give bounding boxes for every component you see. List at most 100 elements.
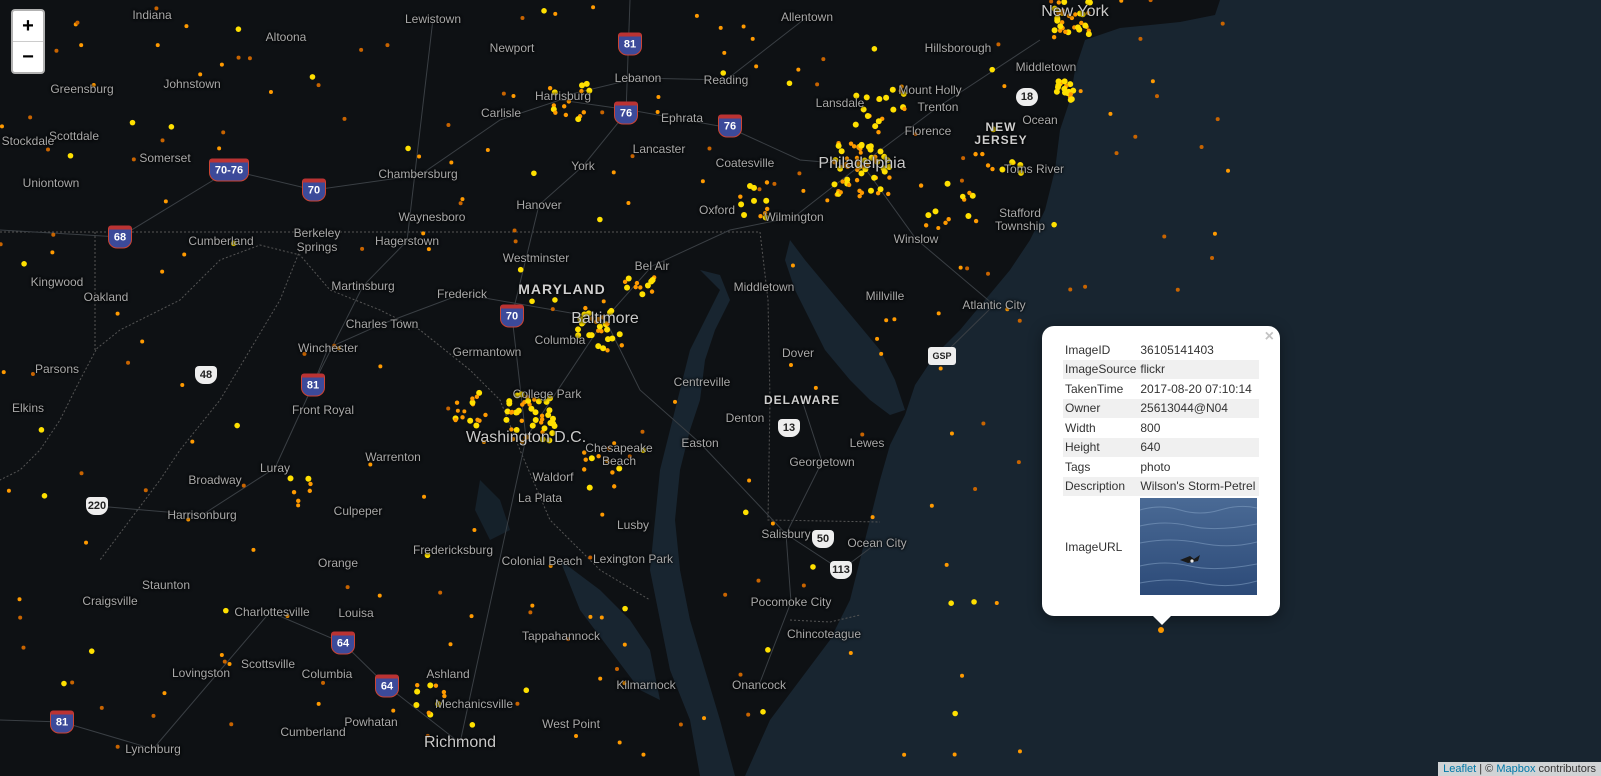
photo-point	[754, 64, 759, 69]
photo-point	[747, 478, 752, 483]
photo-point	[523, 687, 530, 694]
photo-point	[952, 752, 957, 757]
photo-point	[426, 710, 431, 716]
photo-point	[268, 90, 273, 95]
photo-point	[707, 146, 712, 151]
place-label: Scottdale	[48, 129, 100, 143]
photo-point	[546, 407, 553, 414]
photo-point	[958, 265, 963, 270]
photo-point	[772, 181, 777, 186]
photo-point	[949, 431, 954, 436]
popup-value: 36105141403	[1140, 342, 1214, 357]
photo-point	[591, 5, 596, 10]
photo-point	[550, 420, 557, 427]
place-label: Baltimore	[571, 310, 639, 327]
photo-point	[433, 683, 439, 688]
place-label: Tappahannock	[521, 629, 601, 643]
photo-point	[51, 232, 56, 237]
photo-point	[18, 615, 23, 620]
photo-point	[219, 653, 224, 658]
photo-point	[67, 152, 74, 159]
place-label: York	[571, 159, 595, 173]
route-shield: 64	[331, 631, 355, 655]
photo-point	[1068, 96, 1075, 103]
bird-photo-thumbnail[interactable]	[1140, 498, 1258, 595]
photo-point	[1061, 78, 1068, 85]
place-label: Winchester	[297, 341, 359, 355]
photo-point	[455, 408, 460, 413]
place-label: Louisa	[338, 606, 374, 620]
photo-point	[46, 147, 51, 152]
photo-point	[470, 396, 475, 401]
photo-point	[649, 289, 655, 294]
leaflet-link[interactable]: Leaflet	[1443, 763, 1476, 775]
route-shield: 70-76	[209, 158, 249, 182]
photo-point	[609, 335, 616, 342]
photo-point	[163, 199, 168, 204]
mapbox-link[interactable]: Mapbox	[1496, 763, 1535, 775]
place-label: Johnstown	[163, 77, 221, 91]
photo-point	[923, 223, 929, 228]
photo-point	[236, 55, 241, 60]
photo-point	[678, 722, 683, 727]
photo-point	[1162, 234, 1167, 239]
photo-point	[359, 47, 364, 52]
photo-point	[840, 179, 845, 184]
zoom-control: + −	[11, 9, 45, 74]
popup-key: Height	[1063, 437, 1139, 457]
photo-point	[864, 112, 871, 119]
zoom-in-button[interactable]: +	[13, 11, 43, 42]
photo-point	[889, 86, 896, 93]
photo-point	[532, 409, 539, 416]
photo-point	[1133, 134, 1138, 139]
attribution-separator: | ©	[1476, 763, 1497, 775]
place-label: Washington D.C.	[465, 429, 587, 446]
photo-point	[441, 689, 447, 695]
place-label: Elkins	[11, 401, 45, 415]
photo-point	[513, 239, 518, 244]
photo-point	[235, 26, 242, 32]
place-label: Frederick	[436, 287, 488, 301]
place-label: Onancock	[731, 678, 787, 692]
photo-point	[168, 124, 175, 130]
photo-point	[469, 614, 474, 619]
photo-point	[797, 171, 802, 176]
photo-point	[952, 710, 958, 717]
popup-tip	[1152, 615, 1172, 625]
place-label: Staunton	[141, 578, 191, 592]
photo-point	[483, 412, 488, 418]
map-canvas[interactable]: Indiana Lewistown Allentown Altoona Newport H…	[0, 0, 1601, 776]
photo-point	[875, 118, 882, 125]
photo-point	[770, 521, 775, 526]
photo-point	[532, 417, 539, 424]
popup-key: Width	[1065, 420, 1096, 435]
photo-point	[1210, 256, 1215, 261]
place-label: Lancaster	[632, 142, 686, 156]
zoom-out-button[interactable]: −	[13, 42, 43, 72]
photo-point	[219, 62, 224, 67]
place-label: Berkeley	[293, 226, 341, 240]
popup-key: Tags	[1065, 459, 1091, 474]
popup-key: ImageSource	[1063, 359, 1139, 379]
photo-point	[944, 180, 951, 187]
photo-point	[553, 110, 558, 115]
place-label: Millville	[865, 289, 905, 303]
photo-point	[801, 188, 806, 193]
selected-photo-point	[1158, 627, 1164, 633]
place-label: Lynchburg	[125, 742, 181, 756]
photo-point	[980, 151, 985, 157]
place-label: Middletown	[1015, 60, 1077, 74]
photo-point	[1068, 92, 1073, 97]
photo-point	[615, 667, 620, 672]
photo-point	[601, 299, 606, 304]
popup-close-button[interactable]: ×	[1265, 328, 1274, 346]
place-label: Parsons	[34, 362, 80, 376]
photo-point	[599, 615, 604, 620]
photo-point	[796, 67, 801, 72]
photo-point	[846, 182, 852, 188]
image-url-value	[1138, 496, 1259, 597]
photo-point	[750, 197, 757, 204]
photo-point	[223, 607, 229, 614]
popup-key: ImageID	[1065, 342, 1111, 357]
place-label: Somerset	[139, 151, 191, 165]
